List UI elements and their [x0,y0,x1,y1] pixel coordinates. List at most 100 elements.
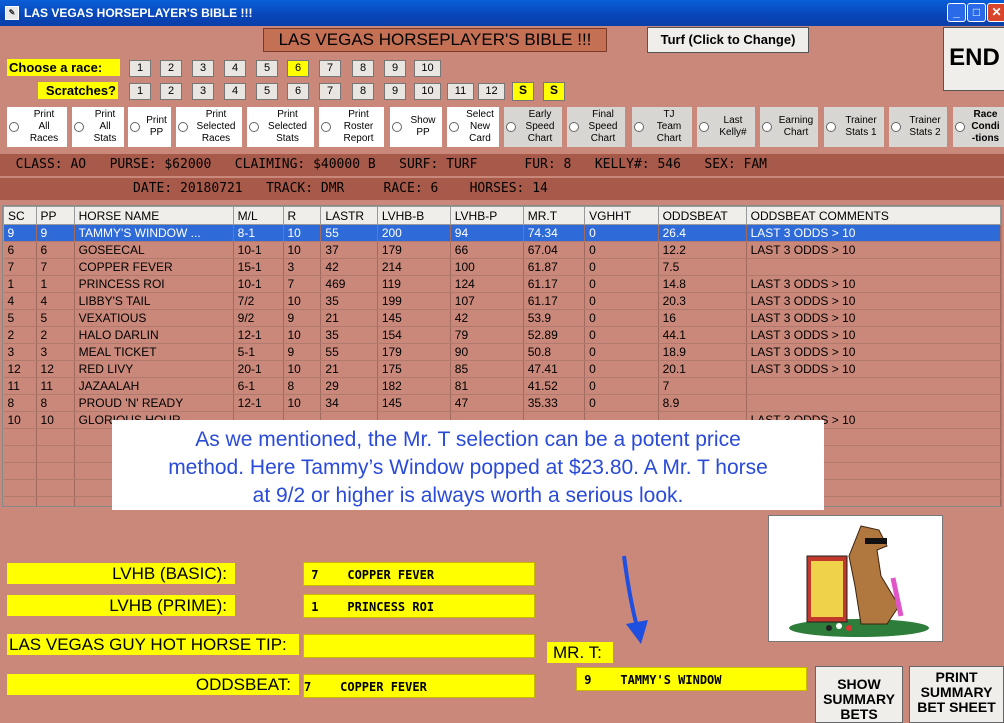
scratch-button-6[interactable]: 6 [287,83,309,100]
radio-button-icon[interactable] [569,122,579,132]
race-button-7[interactable]: 7 [319,60,341,77]
table-row[interactable]: 8 8 PROUD 'N' READY 12-1 10 34 145 47 35.33 0 8.9 [3,394,1001,412]
radio-button-icon[interactable] [826,122,836,132]
radio-button-icon[interactable] [699,122,709,132]
mr-t-field[interactable]: 9 TAMMY'S WINDOW [576,667,807,691]
table-row[interactable]: 11 11 JAZAALAH 6-1 8 29 182 81 41.52 0 7 [3,377,1001,395]
lvhb-basic-label: LVHB (BASIC): [7,563,235,584]
option-label-line: Races [29,133,59,144]
scratch-button-4[interactable]: 4 [224,83,246,100]
scratch-button-9[interactable]: 9 [384,83,406,100]
option-label-line: Selected [196,121,236,132]
print-summary-bet-sheet-button[interactable]: PRINT SUMMARY BET SHEET [909,666,1004,723]
option-earning-chart[interactable]: Earning Chart [760,107,818,147]
maximize-button[interactable]: □ [967,3,986,22]
end-button[interactable]: END [943,27,1004,91]
table-row[interactable]: 9 9 TAMMY'S WINDOW ... 8-1 10 55 200 94 74.34 0 26… [3,224,1001,242]
option-last-kelly[interactable]: Last Kelly# [697,107,755,147]
column-header-horse-name[interactable]: HORSE NAME [73,206,234,225]
radio-button-icon[interactable] [321,122,331,132]
radio-button-icon[interactable] [249,122,259,132]
column-header-oddsbeat[interactable]: ODDSBEAT [657,206,747,225]
option-tj-team-chart[interactable]: TJ Team Chart [632,107,692,147]
annotation-line-1: As we mentioned, the Mr. T selection can… [195,428,741,451]
radio-button-icon[interactable] [891,122,901,132]
table-row[interactable]: 12 12 RED LIVY 20-1 10 21 175 85 47.41 0 20.1 LAST … [3,360,1001,378]
column-header-r[interactable]: R [282,206,322,225]
column-header-vghht[interactable]: VGHHT [584,206,659,225]
option-select-new-card[interactable]: Select New Card [447,107,499,147]
column-header-lvhb-b[interactable]: LVHB-B [376,206,451,225]
race-button-6[interactable]: 6 [287,60,309,77]
scratch-button-2[interactable]: 2 [160,83,182,100]
scratch-button-1[interactable]: 1 [129,83,151,100]
option-print-pp[interactable]: Print PP [128,107,171,147]
table-row[interactable]: 2 2 HALO DARLIN 12-1 10 35 154 79 52.89 0 44.1 LAST… [3,326,1001,344]
radio-button-icon[interactable] [74,122,84,132]
radio-button-icon[interactable] [634,122,644,132]
option-final-speed-chart[interactable]: Final Speed Chart [567,107,625,147]
column-header-oddsbeat-comments[interactable]: ODDSBEAT COMMENTS [745,206,1001,225]
column-header-lastr[interactable]: LASTR [320,206,378,225]
race-button-2[interactable]: 2 [160,60,182,77]
table-cell: 16 [658,309,747,327]
column-header-sc[interactable]: SC [3,206,37,225]
radio-button-icon[interactable] [9,122,19,132]
race-button-5[interactable]: 5 [256,60,278,77]
minimize-button[interactable]: _ [947,3,966,22]
radio-button-icon[interactable] [762,122,772,132]
option-print-selected-races[interactable]: Print Selected Races [176,107,242,147]
scratch-button-12[interactable]: 12 [478,83,505,100]
radio-button-icon[interactable] [506,122,516,132]
scratch-button-8[interactable]: 8 [352,83,374,100]
table-cell: 8 [283,377,322,395]
column-header-mr-t[interactable]: MR.T [522,206,586,225]
option-print-all-stats[interactable]: Print All Stats [72,107,124,147]
option-race-condi-tions[interactable]: Race Condi -tions [953,107,1004,147]
scratch-s-button-1[interactable]: S [512,82,534,101]
column-header-m-l[interactable]: M/L [232,206,284,225]
hot-horse-tip-field[interactable] [303,634,535,658]
race-button-8[interactable]: 8 [352,60,374,77]
radio-button-icon[interactable] [178,122,188,132]
race-button-4[interactable]: 4 [224,60,246,77]
turf-button[interactable]: Turf (Click to Change) [647,27,809,53]
radio-button-icon[interactable] [130,122,140,132]
table-row[interactable]: 4 4 LIBBY'S TAIL 7/2 10 35 199 107 61.17 0 20.3 LAS… [3,292,1001,310]
race-button-1[interactable]: 1 [129,60,151,77]
scratch-button-5[interactable]: 5 [256,83,278,100]
scratch-button-3[interactable]: 3 [192,83,214,100]
table-row[interactable]: 6 6 GOSEECAL 10-1 10 37 179 66 67.04 0 12.2 LAST 3 … [3,241,1001,259]
race-button-9[interactable]: 9 [384,60,406,77]
scratch-button-10[interactable]: 10 [414,83,441,100]
option-print-all-races[interactable]: Print All Races [7,107,67,147]
option-early-speed-chart[interactable]: Early Speed Chart [504,107,562,147]
table-cell: 9 [283,309,322,327]
option-show-pp[interactable]: Show PP [390,107,442,147]
oddsbeat-field[interactable]: 7 COPPER FEVER [303,674,535,698]
scratch-button-7[interactable]: 7 [319,83,341,100]
show-summary-bets-button[interactable]: SHOW SUMMARY BETS [815,666,903,723]
race-button-3[interactable]: 3 [192,60,214,77]
race-button-10[interactable]: 10 [414,60,441,77]
radio-button-icon[interactable] [392,122,402,132]
scratch-s-button-2[interactable]: S [543,82,565,101]
table-row[interactable]: 3 3 MEAL TICKET 5-1 9 55 179 90 50.8 0 18.9 LAST 3 … [3,343,1001,361]
lvhb-prime-field[interactable]: 1 PRINCESS ROI [303,594,535,618]
table-row[interactable]: 7 7 COPPER FEVER 15-1 3 42 214 100 61.87 0 7.5 [3,258,1001,276]
column-header-lvhb-p[interactable]: LVHB-P [449,206,524,225]
close-button[interactable]: ✕ [987,3,1004,22]
option-trainer-stats-2[interactable]: Trainer Stats 2 [889,107,947,147]
table-cell: 18.9 [658,343,747,361]
scratch-button-11[interactable]: 11 [447,83,474,100]
radio-button-icon[interactable] [955,122,965,132]
column-header-pp[interactable]: PP [35,206,75,225]
option-print-roster-report[interactable]: Print Roster Report [319,107,384,147]
radio-button-icon[interactable] [449,122,459,132]
table-row[interactable]: 1 1 PRINCESS ROI 10-1 7 469 119 124 61.17 0 14.8 LA… [3,275,1001,293]
table-cell: 179 [377,241,451,259]
lvhb-basic-field[interactable]: 7 COPPER FEVER [303,562,535,586]
option-print-selected-stats[interactable]: Print Selected Stats [247,107,314,147]
table-row[interactable]: 5 5 VEXATIOUS 9/2 9 21 145 42 53.9 0 16 LAST 3 ODDS… [3,309,1001,327]
option-trainer-stats-1[interactable]: Trainer Stats 1 [824,107,884,147]
